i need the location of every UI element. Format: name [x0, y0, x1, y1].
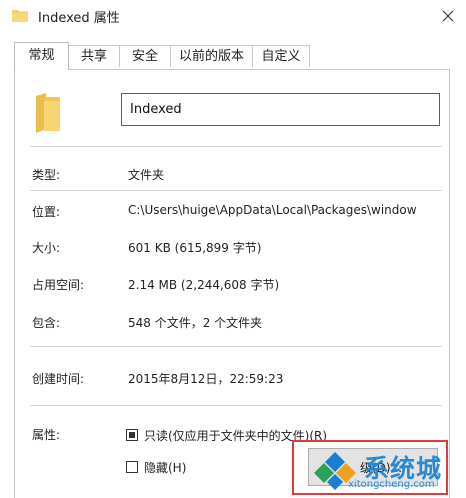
folder-icon: [12, 10, 28, 22]
tab-previous-versions[interactable]: 以前的版本: [170, 45, 253, 67]
created-label: 创建时间:: [32, 372, 85, 386]
readonly-checkbox[interactable]: [126, 429, 138, 441]
divider: [30, 190, 442, 191]
hidden-checkbox-label[interactable]: 隐藏(H): [144, 459, 186, 476]
contains-value: 548 个文件，2 个文件夹: [128, 316, 263, 330]
title-bar: Indexed 属性: [0, 0, 466, 34]
size-on-disk-value: 2.14 MB (2,244,608 字节): [128, 278, 280, 292]
attributes-label: 属性:: [32, 428, 61, 442]
hidden-checkbox[interactable]: [126, 461, 138, 473]
properties-dialog: Indexed 属性 常规 共享 安全 以前的版本 自定义 类型: 文件夹 位置…: [0, 0, 466, 498]
divider: [30, 405, 442, 406]
size-on-disk-label: 占用空间:: [32, 278, 85, 292]
tab-sharing[interactable]: 共享: [68, 45, 120, 67]
created-value: 2015年8月12日，22:59:23: [128, 372, 284, 386]
tab-security[interactable]: 安全: [119, 45, 171, 67]
size-value: 601 KB (615,899 字节): [128, 241, 262, 255]
location-label: 位置:: [32, 205, 61, 219]
window-title: Indexed 属性: [38, 11, 120, 26]
close-icon: [442, 10, 454, 22]
divider: [30, 346, 442, 347]
location-value: C:\Users\huige\AppData\Local\Packages\wi…: [128, 203, 417, 217]
contains-label: 包含:: [32, 316, 61, 330]
large-folder-icon: [36, 93, 60, 133]
size-label: 大小:: [32, 241, 61, 255]
tab-general[interactable]: 常规: [14, 42, 69, 70]
close-button[interactable]: [436, 4, 460, 28]
type-value: 文件夹: [128, 168, 165, 182]
tab-customize[interactable]: 自定义: [252, 45, 310, 67]
watermark-url: xitongcheng.com: [348, 479, 435, 490]
divider: [30, 146, 442, 147]
folder-name-input[interactable]: [121, 93, 440, 126]
type-label: 类型:: [32, 168, 61, 182]
